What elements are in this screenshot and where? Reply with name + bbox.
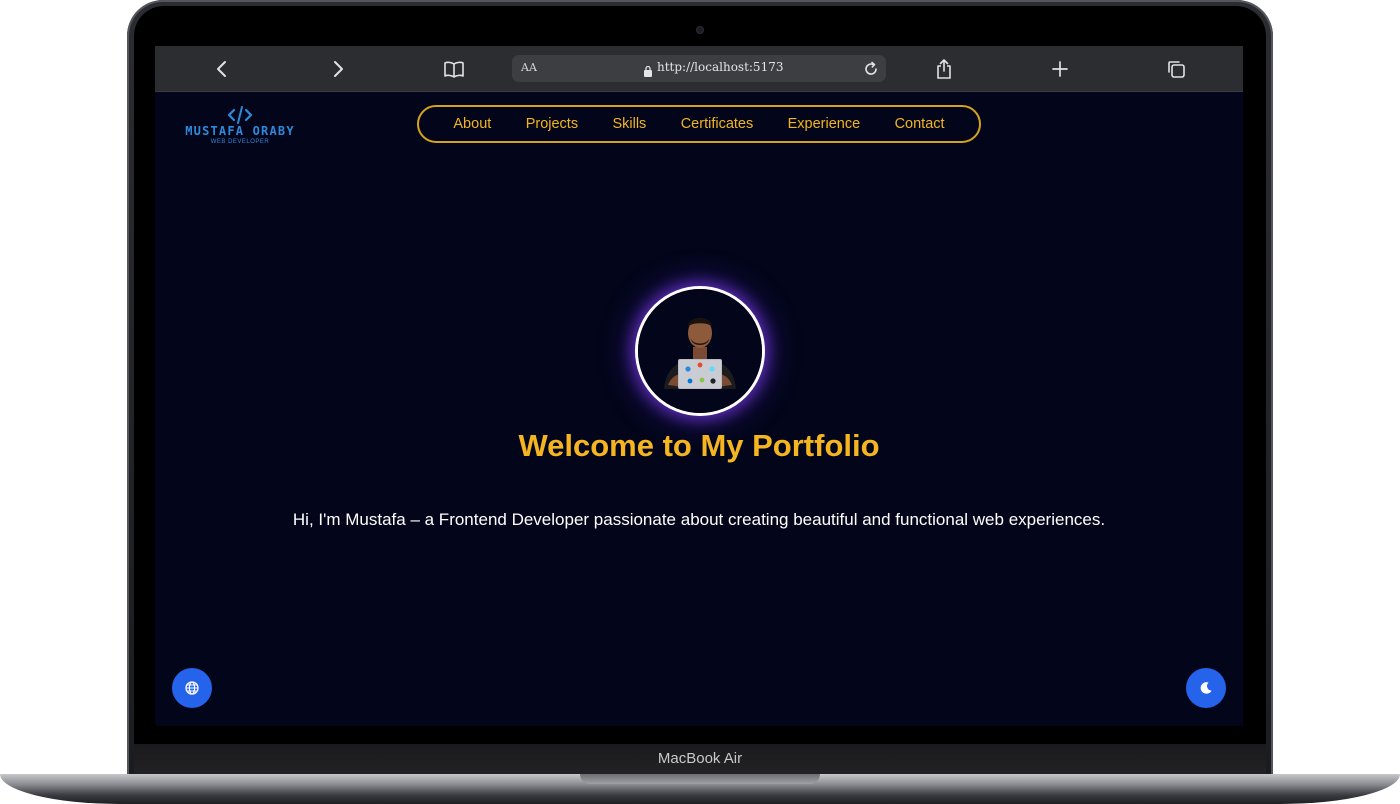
- moon-icon: [1200, 682, 1212, 694]
- url-text: http://localhost:5173: [657, 60, 784, 74]
- nav-contact[interactable]: Contact: [895, 116, 945, 132]
- device-label: MacBook Air: [657, 750, 743, 767]
- main-nav: About Projects Skills Certificates Exper…: [417, 105, 981, 143]
- site-logo[interactable]: MUSTAFA ORABY WEB DEVELOPER: [177, 106, 303, 152]
- address-bar[interactable]: AA http://localhost:5173: [512, 55, 886, 82]
- profile-photo: [638, 289, 762, 413]
- nav-experience[interactable]: Experience: [788, 116, 861, 132]
- text-size-button[interactable]: AA: [521, 61, 537, 74]
- bookmarks-icon[interactable]: [443, 58, 465, 80]
- screen: AA http://localhost:5173 MUSTAFA ORABY W…: [155, 46, 1243, 726]
- nav-skills[interactable]: Skills: [612, 116, 646, 132]
- page-title: Welcome to My Portfolio: [518, 428, 880, 463]
- browser-toolbar: AA http://localhost:5173: [155, 46, 1243, 92]
- lock-icon: [643, 62, 653, 81]
- profile-avatar: [635, 286, 765, 416]
- language-button[interactable]: [172, 668, 212, 708]
- back-icon[interactable]: [211, 58, 233, 80]
- logo-name: MUSTAFA ORABY: [185, 124, 295, 138]
- globe-icon: [185, 681, 199, 695]
- nav-projects[interactable]: Projects: [526, 116, 578, 132]
- reload-icon[interactable]: [862, 60, 880, 82]
- nav-certificates[interactable]: Certificates: [681, 116, 754, 132]
- laptop-notch: [580, 774, 820, 784]
- intro-text: Hi, I'm Mustafa – a Frontend Developer p…: [292, 510, 1106, 529]
- theme-toggle-button[interactable]: [1186, 668, 1226, 708]
- new-tab-icon[interactable]: [1049, 58, 1071, 80]
- nav-about[interactable]: About: [453, 116, 491, 132]
- logo-subtitle: WEB DEVELOPER: [210, 139, 270, 145]
- tabs-overview-icon[interactable]: [1165, 58, 1187, 80]
- portfolio-page: MUSTAFA ORABY WEB DEVELOPER About Projec…: [155, 92, 1243, 726]
- forward-icon[interactable]: [327, 58, 349, 80]
- code-icon: [227, 106, 253, 124]
- camera: [697, 27, 703, 33]
- share-icon[interactable]: [933, 58, 955, 80]
